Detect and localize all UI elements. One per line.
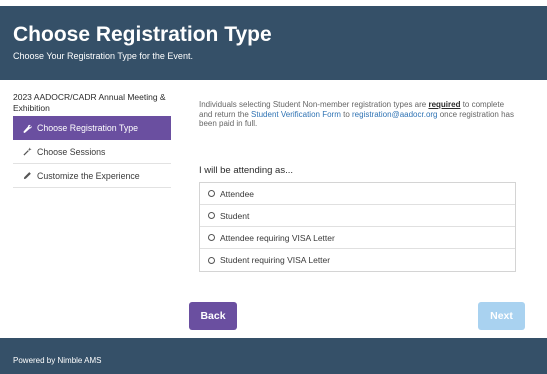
page-footer: Powered by Nimble AMS (0, 338, 547, 374)
wand-icon (21, 146, 33, 158)
radio-button[interactable] (208, 234, 215, 241)
option-label: Attendee (220, 188, 255, 199)
page-subtitle: Choose Your Registration Type for the Ev… (13, 51, 193, 61)
option-attendee-visa[interactable]: Attendee requiring VISA Letter (200, 227, 515, 249)
attending-label: I will be attending as... (199, 165, 293, 176)
required-text: required (428, 100, 461, 109)
sidebar-item-choose-registration-type[interactable]: Choose Registration Type (13, 116, 171, 140)
page-header: Choose Registration Type Choose Your Reg… (0, 6, 547, 80)
event-name: 2023 AADOCR/CADR Annual Meeting & Exhibi… (13, 92, 166, 113)
footer-text: Powered by Nimble AMS (13, 356, 102, 365)
student-notice: Individuals selecting Student Non-member… (199, 100, 514, 128)
pencil-icon (21, 170, 33, 182)
sidebar-item-choose-sessions[interactable]: Choose Sessions (13, 140, 171, 164)
registration-type-options: Attendee Student Attendee requiring VISA… (199, 182, 516, 272)
sidebar-item-customize-experience[interactable]: Customize the Experience (13, 164, 171, 188)
option-attendee[interactable]: Attendee (200, 183, 515, 205)
sidebar-item-label: Customize the Experience (37, 170, 140, 181)
option-label: Student (220, 210, 250, 221)
option-student[interactable]: Student (200, 205, 515, 227)
option-label: Attendee requiring VISA Letter (220, 232, 335, 243)
page-title: Choose Registration Type (13, 23, 272, 46)
option-student-visa[interactable]: Student requiring VISA Letter (200, 249, 515, 271)
registration-email-link[interactable]: registration@aadocr.org (352, 110, 438, 119)
option-label: Student requiring VISA Letter (220, 255, 331, 265)
wrench-icon (21, 122, 33, 134)
radio-button[interactable] (208, 256, 215, 264)
sidebar-item-label: Choose Sessions (37, 146, 106, 157)
back-button[interactable]: Back (189, 302, 237, 330)
next-button[interactable]: Next (478, 302, 525, 330)
student-verification-form-link[interactable]: Student Verification Form (251, 110, 341, 119)
radio-button[interactable] (208, 212, 215, 219)
sidebar-item-label: Choose Registration Type (37, 123, 139, 133)
radio-button[interactable] (208, 190, 215, 197)
